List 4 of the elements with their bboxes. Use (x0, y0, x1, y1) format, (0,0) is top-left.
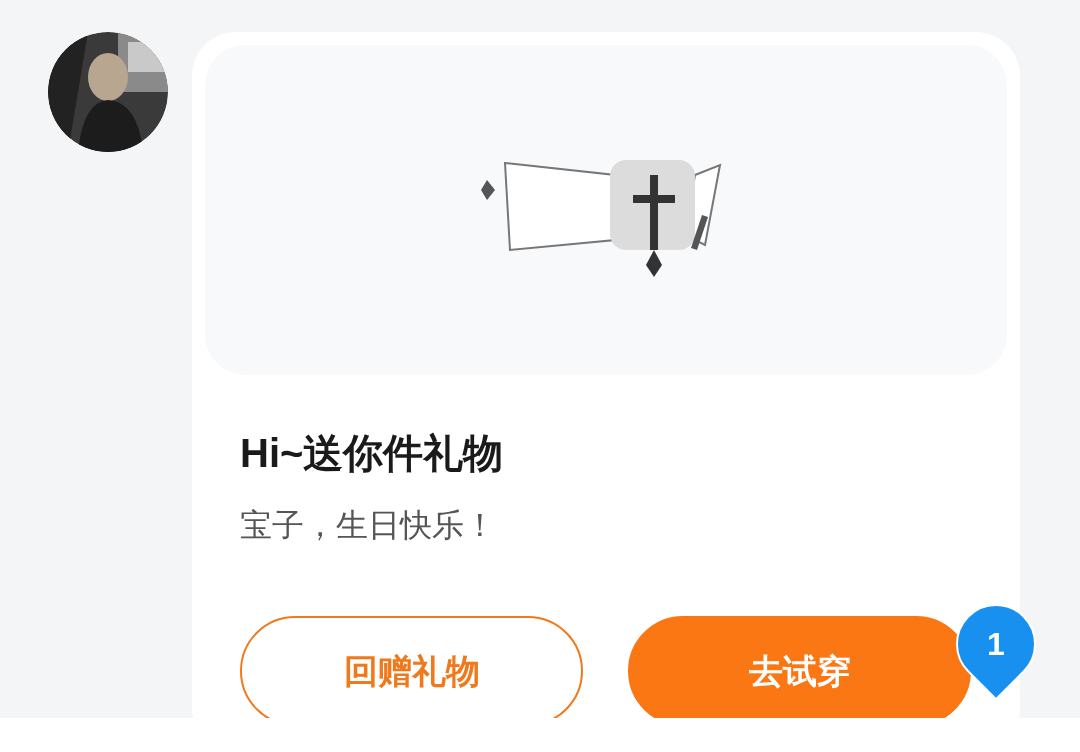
card-title: Hi~送你件礼物 (240, 430, 505, 477)
return-gift-button[interactable]: 回赠礼物 (240, 616, 583, 718)
card-message: 宝子，生日快乐！ (240, 506, 497, 545)
try-on-button[interactable]: 去试穿 (628, 616, 971, 718)
